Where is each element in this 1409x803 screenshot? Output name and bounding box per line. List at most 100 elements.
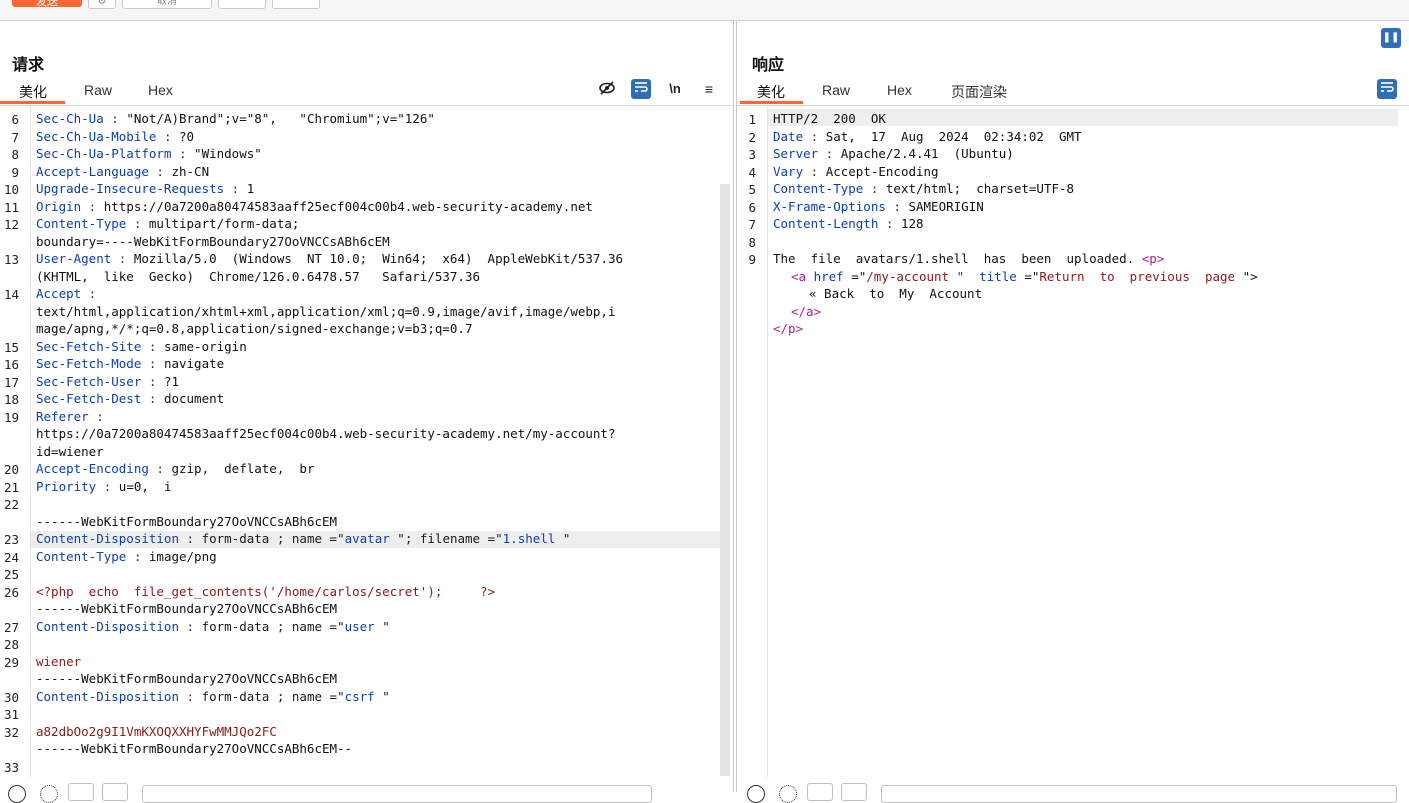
wrap-lines-icon[interactable] bbox=[631, 79, 651, 99]
request-panel: 请求 美化 Raw Hex \n ≡ 6 7 8 9 10 11 12 13 14 15 16 17 1… bbox=[0, 21, 734, 803]
request-editor[interactable]: 6 7 8 9 10 11 12 13 14 15 16 17 18 19 20 21 22 23 24 25 26 27… bbox=[0, 107, 733, 777]
code-line: Content-Type : text/html; charset=UTF-8 bbox=[773, 180, 1074, 198]
header-name: Content-Disposition bbox=[36, 618, 179, 634]
header-name: Content-Type bbox=[36, 548, 127, 564]
forward-button[interactable] bbox=[272, 0, 320, 9]
separator: : bbox=[126, 548, 142, 564]
tab-hex[interactable]: Hex bbox=[148, 82, 173, 104]
header-value: image/png bbox=[141, 548, 217, 564]
code-line: Sec-Fetch-Site : same-origin bbox=[36, 338, 247, 356]
separator: : bbox=[141, 373, 157, 389]
header-value: Sat, 17 Aug 2024 02:34:02 GMT bbox=[818, 128, 1082, 144]
wrap-lines-icon[interactable] bbox=[1377, 79, 1397, 99]
attr-value: /my-account bbox=[866, 268, 957, 284]
code-line: Server : Apache/2.4.41 (Ubuntu) bbox=[773, 145, 1014, 163]
html-tag: </p> bbox=[773, 321, 804, 336]
request-scrollbar[interactable] bbox=[720, 184, 730, 776]
header-value: SAMEORIGIN bbox=[900, 198, 984, 214]
tab-hex[interactable]: Hex bbox=[887, 82, 912, 104]
code-line: ------WebKitFormBoundary27OoVNCCsABh6cEM… bbox=[36, 740, 352, 758]
body-text: mage/apng,*/*;q=0.8,application/signed-e… bbox=[36, 321, 473, 336]
settings-icon[interactable] bbox=[40, 785, 58, 803]
line-number: 9 bbox=[748, 252, 756, 267]
header-name: Referer bbox=[36, 408, 89, 424]
code-line: text/html,application/xhtml+xml,applicat… bbox=[36, 303, 615, 321]
tab-render[interactable]: 页面渲染 bbox=[951, 82, 1007, 104]
header-name: Sec-Fetch-Dest bbox=[36, 391, 142, 406]
html-tag: </a> bbox=[791, 303, 822, 319]
tab-raw[interactable]: Raw bbox=[822, 82, 850, 104]
next-arrow-button[interactable] bbox=[841, 783, 867, 801]
line-number: 5 bbox=[748, 182, 756, 197]
settings-icon[interactable]: ⚙ bbox=[88, 0, 116, 9]
separator: "> bbox=[1235, 268, 1258, 284]
search-input[interactable] bbox=[881, 785, 1397, 803]
link-text: « Back to My Account bbox=[809, 286, 983, 301]
header-value: zh-CN bbox=[163, 163, 210, 179]
tab-raw[interactable]: Raw bbox=[84, 82, 112, 104]
separator: =" bbox=[1016, 268, 1040, 284]
header-value: same-origin bbox=[156, 338, 247, 354]
send-button[interactable]: 发送 bbox=[12, 0, 82, 8]
line-number: 1 bbox=[748, 112, 756, 127]
code-line: Sec-Fetch-User : ?1 bbox=[36, 373, 179, 391]
separator: : bbox=[96, 478, 112, 494]
pause-icon[interactable]: ❚❚ bbox=[1381, 28, 1401, 48]
line-number: 31 bbox=[3, 707, 19, 722]
line-number: 19 bbox=[3, 409, 19, 425]
header-value: "Windows" bbox=[186, 146, 262, 161]
settings-icon[interactable] bbox=[779, 785, 797, 803]
line-number: 10 bbox=[3, 182, 19, 197]
line-number: 29 bbox=[3, 654, 19, 670]
code-line: Upgrade-Insecure-Requests : 1 bbox=[36, 180, 254, 198]
newline-icon[interactable]: \n bbox=[665, 79, 685, 99]
help-icon[interactable] bbox=[8, 785, 26, 803]
code-line: Content-Disposition : form-data ; name =… bbox=[36, 618, 390, 636]
code-line: « Back to My Account bbox=[773, 285, 982, 303]
line-number: 27 bbox=[3, 619, 19, 635]
code-line: User-Agent : Mozilla/5.0 (Windows NT 10.… bbox=[36, 250, 623, 268]
header-value: "Not/A)Brand";v="8", "Chromium";v="126" bbox=[118, 111, 435, 126]
header-value: multipart/form-data; bbox=[141, 216, 300, 231]
code-line: Sec-Ch-Ua-Platform : "Windows" bbox=[36, 145, 262, 163]
header-value: form-data ; name ="avatar "; filename ="… bbox=[194, 531, 571, 546]
header-name: Vary bbox=[773, 163, 804, 179]
header-value: https://0a7200a80474583aaff25ecf004c00b4… bbox=[96, 198, 593, 214]
body-text: ------WebKitFormBoundary27OoVNCCsABh6cEM bbox=[36, 513, 338, 529]
body-value: a82dbOo2g9I1VmKXOQXXHYFwMMJQo2FC bbox=[36, 723, 277, 739]
code-line: wiener bbox=[36, 653, 81, 671]
separator: : bbox=[885, 198, 901, 214]
header-value: u=0, i bbox=[111, 478, 172, 494]
line-number: 6 bbox=[11, 112, 19, 127]
line-number: 8 bbox=[11, 147, 19, 162]
active-tab-indicator bbox=[740, 101, 803, 104]
line-number: 33 bbox=[3, 759, 19, 775]
response-editor[interactable]: 1 2 3 4 5 6 7 8 9 HTTP/2 200 OK Date : Sat, 17 Au… bbox=[737, 107, 1409, 777]
line-number: 15 bbox=[3, 339, 19, 355]
search-input[interactable] bbox=[142, 785, 652, 803]
line-number: 11 bbox=[3, 199, 19, 215]
line-number: 14 bbox=[3, 287, 19, 302]
code-line: ------WebKitFormBoundary27OoVNCCsABh6cEM bbox=[36, 670, 337, 688]
help-icon[interactable] bbox=[747, 785, 765, 803]
code-line: Date : Sat, 17 Aug 2024 02:34:02 GMT bbox=[773, 128, 1082, 146]
header-value: 1 bbox=[239, 181, 255, 196]
code-line: Vary : Accept-Encoding bbox=[773, 163, 939, 181]
line-number: 9 bbox=[11, 164, 19, 180]
line-number: 12 bbox=[3, 217, 19, 232]
prev-arrow-button[interactable] bbox=[807, 783, 833, 801]
separator: : bbox=[156, 128, 172, 144]
line-gutter: 1 2 3 4 5 6 7 8 9 bbox=[737, 107, 768, 777]
prev-arrow-button[interactable] bbox=[68, 783, 94, 801]
code-line: Sec-Ch-Ua-Mobile : ?0 bbox=[36, 128, 194, 146]
header-value: form-data ; name ="csrf " bbox=[194, 688, 390, 704]
code-line: Sec-Fetch-Mode : navigate bbox=[36, 355, 224, 373]
header-name: Content-Type bbox=[773, 181, 864, 196]
menu-icon[interactable]: ≡ bbox=[699, 79, 719, 99]
next-arrow-button[interactable] bbox=[102, 783, 128, 801]
separator: : bbox=[179, 618, 195, 634]
back-button[interactable] bbox=[218, 0, 266, 9]
eye-slash-icon[interactable] bbox=[597, 79, 617, 99]
separator: : bbox=[88, 408, 104, 424]
cancel-button[interactable]: 取消 bbox=[122, 0, 212, 9]
